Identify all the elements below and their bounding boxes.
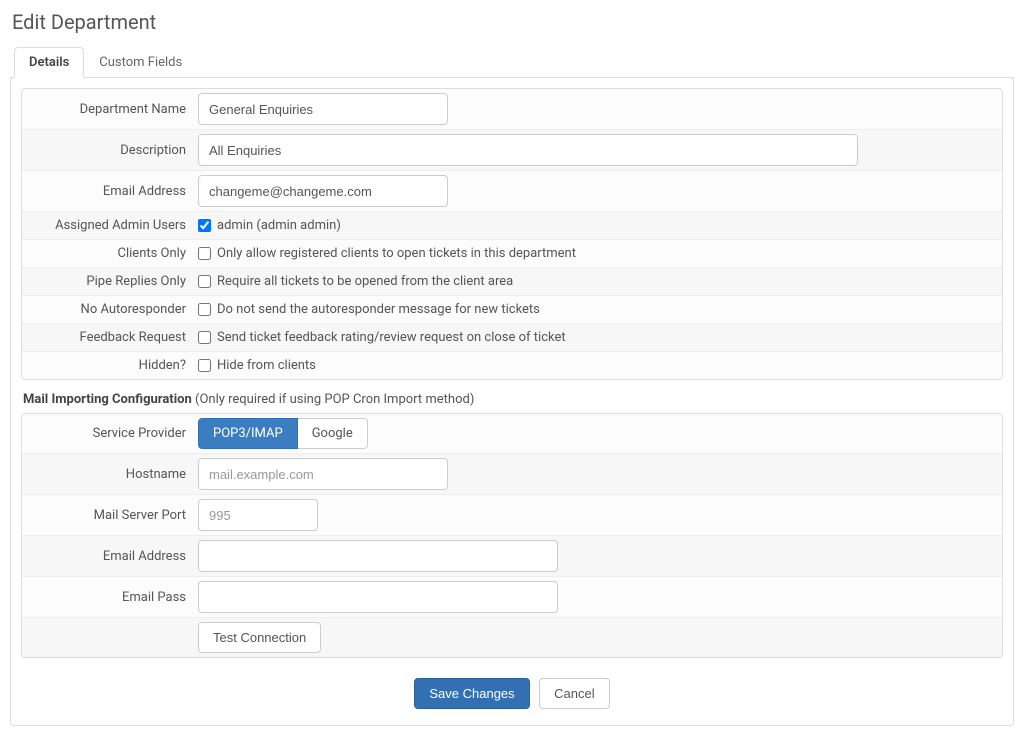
label-mail-server-port: Mail Server Port: [22, 494, 192, 535]
label-description: Description: [22, 129, 192, 170]
department-name-input[interactable]: [198, 93, 448, 125]
tab-details[interactable]: Details: [14, 47, 84, 78]
no-autoresponder-text: Do not send the autoresponder message fo…: [217, 302, 540, 317]
pipe-replies-only-checkbox[interactable]: [198, 275, 211, 288]
mail-importing-title: Mail Importing Configuration: [23, 392, 192, 407]
mail-importing-note: (Only required if using POP Cron Import …: [195, 392, 474, 407]
hidden-text: Hide from clients: [217, 358, 316, 373]
clients-only-text: Only allow registered clients to open ti…: [217, 246, 576, 261]
cancel-button[interactable]: Cancel: [539, 678, 609, 709]
tab-bar: Details Custom Fields: [10, 46, 1014, 78]
label-email-pass: Email Pass: [22, 576, 192, 617]
test-connection-button[interactable]: Test Connection: [198, 622, 321, 653]
label-department-name: Department Name: [22, 89, 192, 129]
label-email-address: Email Address: [22, 170, 192, 211]
footer-actions: Save Changes Cancel: [21, 678, 1003, 709]
feedback-request-text: Send ticket feedback rating/review reque…: [217, 330, 566, 345]
mail-importing-heading: Mail Importing Configuration (Only requi…: [23, 392, 1003, 407]
service-provider-toggle: POP3/IMAP Google: [198, 418, 368, 449]
pipe-replies-only-text: Require all tickets to be opened from th…: [217, 274, 513, 289]
feedback-request-checkbox[interactable]: [198, 331, 211, 344]
clients-only-checkbox[interactable]: [198, 247, 211, 260]
description-input[interactable]: [198, 134, 858, 166]
service-provider-google[interactable]: Google: [298, 418, 368, 449]
save-changes-button[interactable]: Save Changes: [414, 678, 529, 709]
label-feedback-request: Feedback Request: [22, 323, 192, 351]
tab-custom-fields[interactable]: Custom Fields: [84, 47, 197, 77]
label-hidden: Hidden?: [22, 351, 192, 379]
page-title: Edit Department: [12, 10, 1014, 34]
admin-user-label: admin (admin admin): [217, 218, 341, 233]
email-pass-input[interactable]: [198, 581, 558, 613]
email-address-input[interactable]: [198, 175, 448, 207]
label-no-autoresponder: No Autoresponder: [22, 295, 192, 323]
label-service-provider: Service Provider: [22, 414, 192, 453]
details-table: Department Name Description Email Addres…: [21, 88, 1003, 380]
service-provider-pop3[interactable]: POP3/IMAP: [198, 418, 298, 449]
label-clients-only: Clients Only: [22, 239, 192, 267]
label-assigned-admin-users: Assigned Admin Users: [22, 211, 192, 239]
mail-config-table: Service Provider POP3/IMAP Google Hostna…: [21, 413, 1003, 658]
form-panel: Department Name Description Email Addres…: [10, 77, 1014, 726]
hostname-input[interactable]: [198, 458, 448, 490]
mail-email-address-input[interactable]: [198, 540, 558, 572]
label-mail-email-address: Email Address: [22, 535, 192, 576]
admin-user-checkbox[interactable]: [198, 219, 211, 232]
no-autoresponder-checkbox[interactable]: [198, 303, 211, 316]
label-hostname: Hostname: [22, 453, 192, 494]
label-pipe-replies-only: Pipe Replies Only: [22, 267, 192, 295]
hidden-checkbox[interactable]: [198, 359, 211, 372]
mail-server-port-input[interactable]: [198, 499, 318, 531]
